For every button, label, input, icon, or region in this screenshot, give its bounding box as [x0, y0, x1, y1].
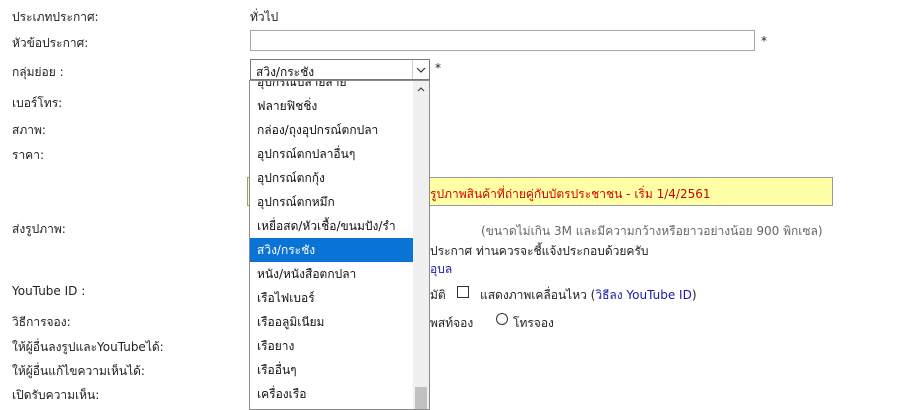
booking-phone-label: โทรจอง — [513, 316, 554, 330]
youtube-howto-link[interactable]: วิธีลง YouTube ID — [595, 288, 691, 302]
photos-label: ส่งรูปภาพ: — [12, 222, 66, 236]
title-input[interactable] — [250, 30, 755, 51]
group-dropdown-list[interactable]: อุปกรณ์ปลายสาย ฟลายฟิชชิ่ง กล่อง/ถุงอุปกรณ… — [249, 80, 430, 410]
booking-label: วิธีการจอง: — [12, 315, 71, 329]
group-select[interactable]: สวิง/กระชัง — [250, 59, 430, 80]
dropdown-option[interactable]: สวิง/กระชัง — [250, 238, 413, 262]
notice-text: รูปภาพสินค้าที่ถ่ายคู่กับบัตรประชาชน - เ… — [430, 187, 711, 201]
title-label: หัวข้อประกาศ: — [12, 36, 89, 50]
youtube-animated-checkbox[interactable] — [457, 286, 469, 298]
dropdown-option[interactable]: หนัง/หนังสือตกปลา — [250, 262, 413, 286]
allow-edit-label: ให้ผู้อื่นแก้ไขความเห็นได้: — [12, 364, 145, 378]
dropdown-option[interactable]: อุปกรณ์ตกหมึก — [250, 190, 413, 214]
group-required-mark: * — [435, 61, 441, 75]
condition-label: สภาพ: — [12, 123, 46, 137]
type-value: ทั่วไป — [250, 10, 279, 24]
group-label: กลุ่มย่อย : — [12, 65, 64, 79]
price-label: ราคา: — [12, 148, 44, 162]
youtube-partial-text: มัติ — [430, 288, 446, 302]
youtube-label: YouTube ID : — [12, 284, 86, 298]
dropdown-scrollbar[interactable] — [413, 81, 429, 409]
scrollbar-thumb[interactable] — [415, 387, 427, 409]
booking-partial-text: พสท์จอง — [430, 316, 474, 330]
youtube-close-paren: ) — [691, 288, 697, 302]
dropdown-option[interactable]: เหยื่อสด/หัวเชื้อ/ขนมปัง/รำ — [250, 214, 413, 238]
youtube-checkbox-text: แสดงภาพเคลื่อนไหว ( — [480, 288, 596, 302]
dropdown-option[interactable]: อุปกรณ์ปลายสาย — [250, 81, 413, 94]
type-label: ประเภทประกาศ: — [12, 10, 99, 24]
dropdown-option[interactable]: เรือยาง — [250, 334, 413, 358]
dropdown-option[interactable]: เรือไฟเบอร์ — [250, 286, 413, 310]
dropdown-option[interactable]: กล่อง/ถุงอุปกรณ์ตกปลา — [250, 118, 413, 142]
chevron-down-icon[interactable] — [412, 60, 429, 79]
dropdown-option[interactable]: เรืออื่นๆ — [250, 358, 413, 382]
booking-phone-radio[interactable] — [496, 313, 508, 325]
youtube-checkbox-label: แสดงภาพเคลื่อนไหว (วิธีลง YouTube ID) — [480, 286, 697, 305]
dropdown-option[interactable]: ฟลายฟิชชิ่ง — [250, 94, 413, 118]
dropdown-option[interactable]: อุปกรณ์ตกกุ้ง — [250, 166, 413, 190]
dropdown-option[interactable]: เรืออลูมิเนียม — [250, 310, 413, 334]
dropdown-option[interactable]: อุปกรณ์ตกปลาอื่นๆ — [250, 142, 413, 166]
title-required-mark: * — [761, 34, 767, 48]
photos-link[interactable]: อุบล — [430, 260, 452, 279]
scroll-up-icon[interactable] — [413, 81, 429, 97]
photos-note: ประกาศ ท่านควรจะชี้แจ้งประกอบด้วยครับ — [430, 244, 649, 258]
open-comments-label: เปิดรับความเห็น: — [12, 388, 100, 402]
dropdown-option[interactable]: เครื่องเรือ — [250, 382, 413, 406]
allow-upload-label: ให้ผู้อื่นลงรูปและYouTubeได้: — [12, 340, 164, 354]
phone-label: เบอร์โทร: — [12, 96, 63, 110]
photos-hint: (ขนาดไม่เกิน 3M และมีความกว้างหรือยาวอย่… — [481, 224, 823, 238]
